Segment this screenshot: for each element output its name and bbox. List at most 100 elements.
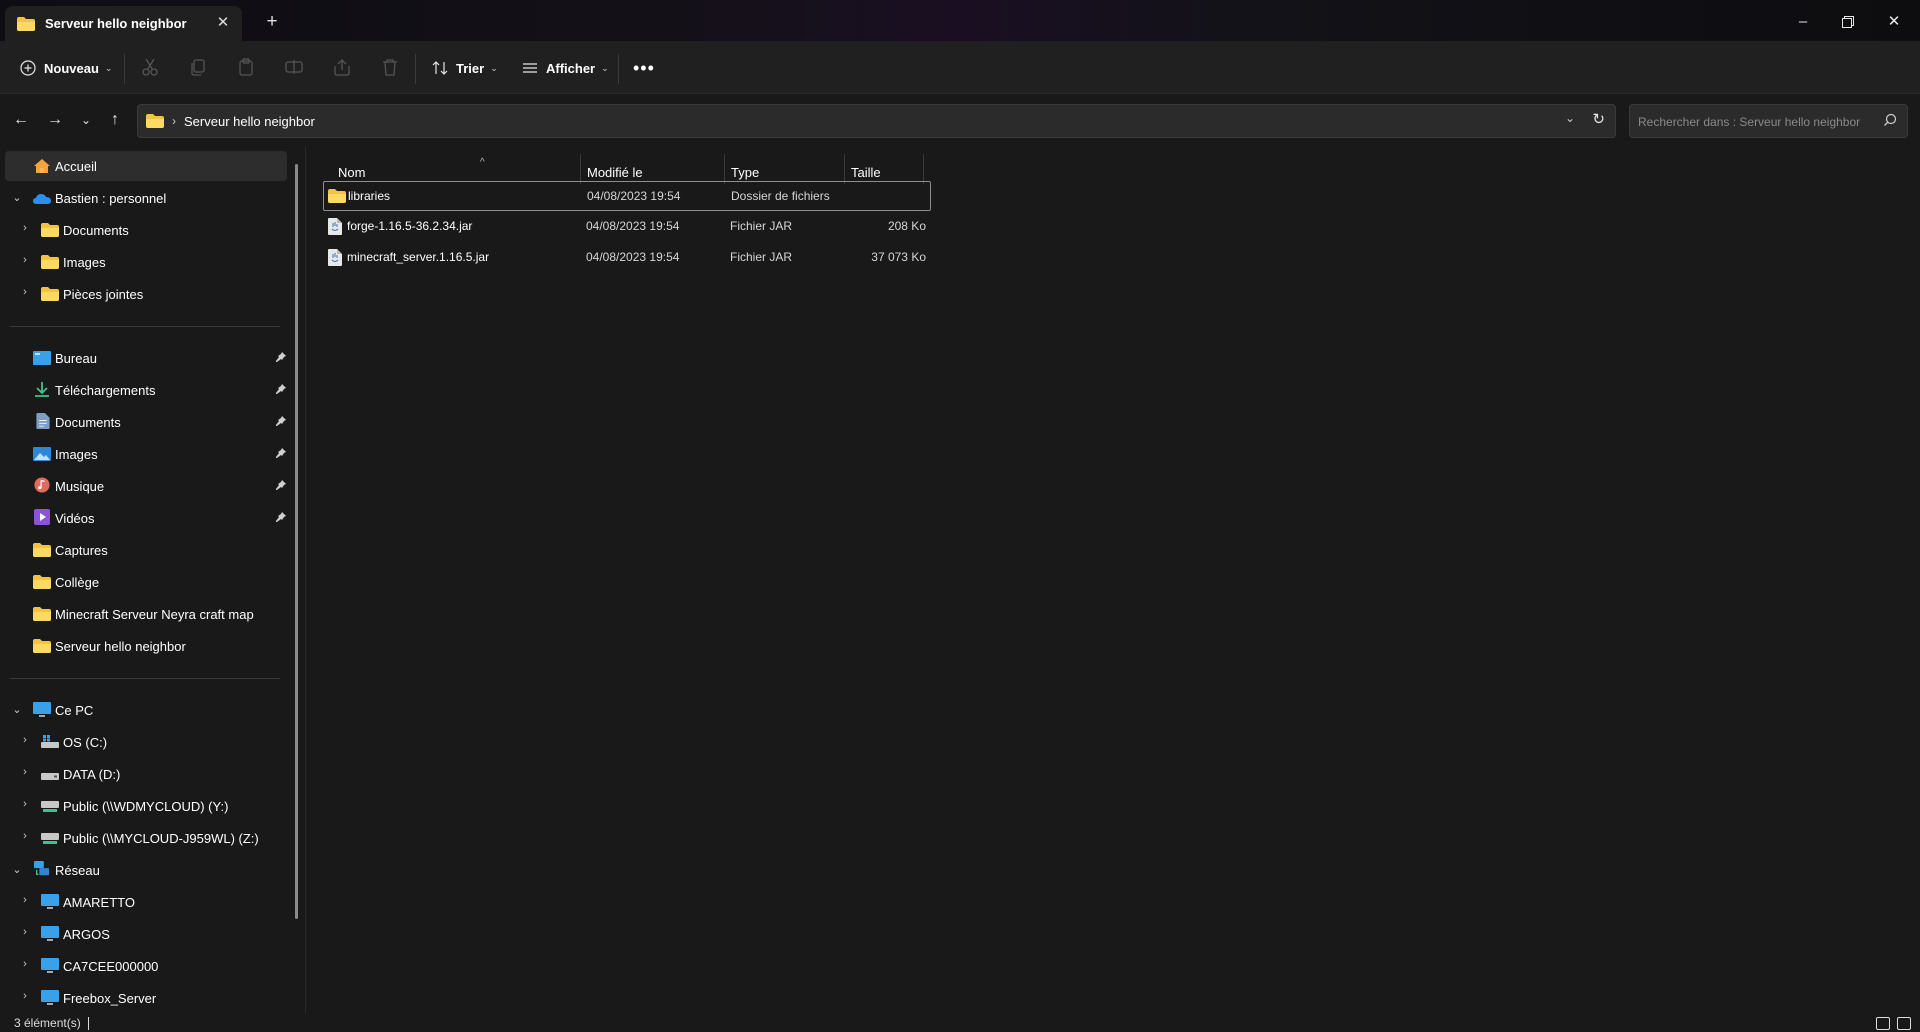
minimize-icon[interactable]: – (1791, 10, 1815, 34)
table-row[interactable]: libraries 04/08/2023 19:54 Dossier de fi… (323, 181, 931, 211)
chevron-right-icon[interactable]: › (18, 798, 32, 810)
sidebar-item-pictures[interactable]: Images (5, 439, 287, 469)
sort-button[interactable]: Trier ⌄ (432, 53, 498, 83)
sidebar-item-documents[interactable]: Documents (5, 407, 287, 437)
column-separator[interactable] (724, 154, 725, 184)
sidebar-item-onedrive-documents[interactable]: › Documents (5, 215, 287, 245)
chevron-down-icon[interactable]: ⌄ (1565, 111, 1575, 125)
pin-icon[interactable] (275, 479, 287, 491)
computer-icon (41, 926, 59, 941)
sidebar-item-label: CA7CEE000000 (63, 959, 159, 974)
chevron-right-icon[interactable]: › (18, 830, 32, 842)
up-icon[interactable]: ↑ (104, 109, 126, 131)
pin-icon[interactable] (275, 415, 287, 427)
search-box[interactable] (1629, 104, 1908, 138)
rename-icon[interactable] (283, 56, 305, 78)
chevron-right-icon[interactable]: › (18, 222, 32, 234)
view-button[interactable]: Afficher ⌄ (522, 53, 609, 83)
pin-icon[interactable] (275, 447, 287, 459)
sidebar-item-drive-z[interactable]: › Public (\\MYCLOUD-J959WL) (Z:) (5, 823, 287, 853)
chevron-down-icon[interactable]: ⌄ (10, 191, 24, 204)
sidebar-item-desktop[interactable]: Bureau (5, 343, 287, 373)
tab-active[interactable]: Serveur hello neighbor ✕ (5, 6, 242, 41)
pin-icon[interactable] (275, 383, 287, 395)
file-modified: 04/08/2023 19:54 (587, 189, 681, 203)
sidebar-item-serveur-hello-neighbor[interactable]: Serveur hello neighbor (5, 631, 287, 661)
sidebar-item-videos[interactable]: Vidéos (5, 503, 287, 533)
new-button[interactable]: Nouveau ⌄ (20, 53, 112, 83)
close-window-icon[interactable]: ✕ (1882, 10, 1906, 34)
sidebar-item-network[interactable]: ⌄ Réseau (5, 855, 287, 885)
pane-divider[interactable] (305, 147, 306, 1013)
chevron-down-icon[interactable]: ⌄ (10, 863, 24, 876)
file-modified: 04/08/2023 19:54 (586, 219, 680, 233)
search-icon[interactable] (1883, 113, 1897, 127)
sidebar-item-college[interactable]: Collège (5, 567, 287, 597)
status-divider (88, 1017, 89, 1030)
chevron-right-icon[interactable]: › (18, 734, 32, 746)
recent-locations-icon[interactable]: ⌄ (75, 109, 97, 131)
file-type: Fichier JAR (730, 250, 793, 264)
details-view-icon[interactable] (1876, 1017, 1890, 1030)
sidebar-item-drive-d[interactable]: › DATA (D:) (5, 759, 287, 789)
chevron-right-icon[interactable]: › (18, 990, 32, 1002)
table-row[interactable]: minecraft_server.1.16.5.jar 04/08/2023 1… (323, 243, 931, 273)
new-tab-button[interactable]: + (262, 12, 282, 32)
refresh-icon[interactable]: ↻ (1592, 110, 1605, 128)
sidebar-item-ca7cee[interactable]: › CA7CEE000000 (5, 951, 287, 981)
search-input[interactable] (1638, 112, 1873, 132)
sidebar-item-home[interactable]: Accueil (5, 151, 287, 181)
chevron-down-icon[interactable]: ⌄ (10, 703, 24, 716)
table-row[interactable]: forge-1.16.5-36.2.34.jar 04/08/2023 19:5… (323, 212, 931, 242)
paste-icon[interactable] (235, 56, 257, 78)
restore-icon[interactable] (1836, 10, 1860, 34)
sidebar-item-drive-y[interactable]: › Public (\\WDMYCLOUD) (Y:) (5, 791, 287, 821)
tiles-view-icon[interactable] (1897, 1017, 1911, 1030)
sidebar-item-onedrive-attachments[interactable]: › Pièces jointes (5, 279, 287, 309)
sidebar-item-argos[interactable]: › ARGOS (5, 919, 287, 949)
sidebar-item-label: AMARETTO (63, 895, 135, 910)
sidebar-item-label: Téléchargements (55, 383, 156, 398)
chevron-right-icon[interactable]: › (18, 926, 32, 938)
chevron-right-icon[interactable]: › (18, 254, 32, 266)
back-icon[interactable]: ← (10, 109, 32, 131)
sidebar-item-captures[interactable]: Captures (5, 535, 287, 565)
cut-icon[interactable] (139, 56, 161, 78)
chevron-right-icon[interactable]: › (18, 894, 32, 906)
sidebar-item-minecraft[interactable]: Minecraft Serveur Neyra craft map (5, 599, 287, 629)
pin-icon[interactable] (275, 351, 287, 363)
drive-icon (41, 773, 59, 780)
desktop-icon (33, 351, 51, 365)
close-tab-icon[interactable]: ✕ (214, 14, 232, 32)
delete-icon[interactable] (379, 56, 401, 78)
sidebar-item-label: Images (55, 447, 98, 462)
sidebar-item-freebox[interactable]: › Freebox_Server (5, 983, 287, 1013)
sidebar-item-onedrive[interactable]: ⌄ Bastien : personnel (5, 183, 287, 213)
share-icon[interactable] (331, 56, 353, 78)
column-separator[interactable] (923, 154, 924, 184)
download-icon (35, 382, 49, 397)
sidebar-item-amaretto[interactable]: › AMARETTO (5, 887, 287, 917)
chevron-right-icon[interactable]: › (18, 958, 32, 970)
sidebar-scrollbar[interactable] (295, 164, 298, 919)
forward-icon[interactable]: → (44, 109, 66, 131)
column-separator[interactable] (580, 154, 581, 184)
sidebar-item-this-pc[interactable]: ⌄ Ce PC (5, 695, 287, 725)
more-icon[interactable]: ••• (633, 53, 655, 83)
chevron-right-icon[interactable]: › (18, 286, 32, 298)
copy-icon[interactable] (187, 56, 209, 78)
sidebar-item-downloads[interactable]: Téléchargements (5, 375, 287, 405)
sidebar-item-drive-c[interactable]: › OS (C:) (5, 727, 287, 757)
sidebar-item-label: Images (63, 255, 106, 270)
sidebar-item-onedrive-images[interactable]: › Images (5, 247, 287, 277)
music-icon (34, 477, 50, 493)
address-bar[interactable]: › Serveur hello neighbor ⌄ ↻ (137, 104, 1616, 138)
chevron-down-icon: ⌄ (104, 62, 113, 73)
breadcrumb[interactable]: Serveur hello neighbor (184, 114, 315, 129)
sidebar-item-label: Freebox_Server (63, 991, 157, 1006)
pin-icon[interactable] (275, 511, 287, 523)
chevron-right-icon[interactable]: › (18, 766, 32, 778)
sidebar-item-music[interactable]: Musique (5, 471, 287, 501)
column-separator[interactable] (844, 154, 845, 184)
divider (10, 326, 280, 327)
